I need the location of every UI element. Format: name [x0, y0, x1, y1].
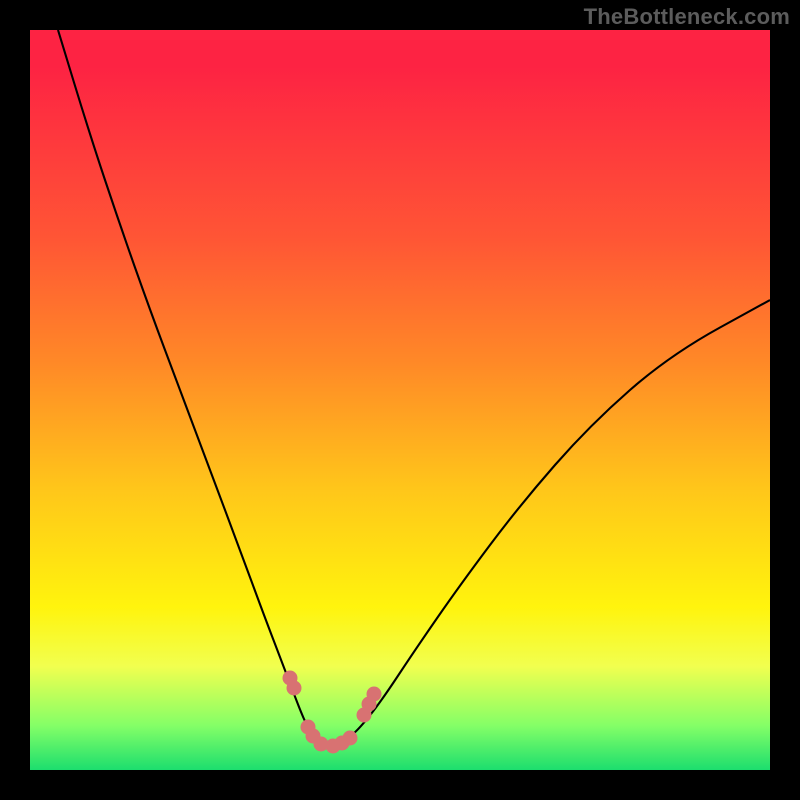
plot-area [30, 30, 770, 770]
valley-dot [357, 708, 372, 723]
valley-dot [314, 737, 329, 752]
chart-svg [30, 30, 770, 770]
watermark-text: TheBottleneck.com [584, 4, 790, 30]
valley-dot [301, 720, 316, 735]
valley-dot [287, 681, 302, 696]
valley-dot [335, 736, 350, 751]
valley-dots-group [283, 671, 382, 754]
valley-dot [283, 671, 298, 686]
right-curve-path [330, 300, 770, 746]
left-curve-path [58, 30, 330, 746]
chart-frame: TheBottleneck.com [0, 0, 800, 800]
valley-dot [362, 697, 377, 712]
valley-dot [326, 739, 341, 754]
valley-dot [367, 687, 382, 702]
valley-dot [343, 731, 358, 746]
valley-dot [306, 729, 321, 744]
